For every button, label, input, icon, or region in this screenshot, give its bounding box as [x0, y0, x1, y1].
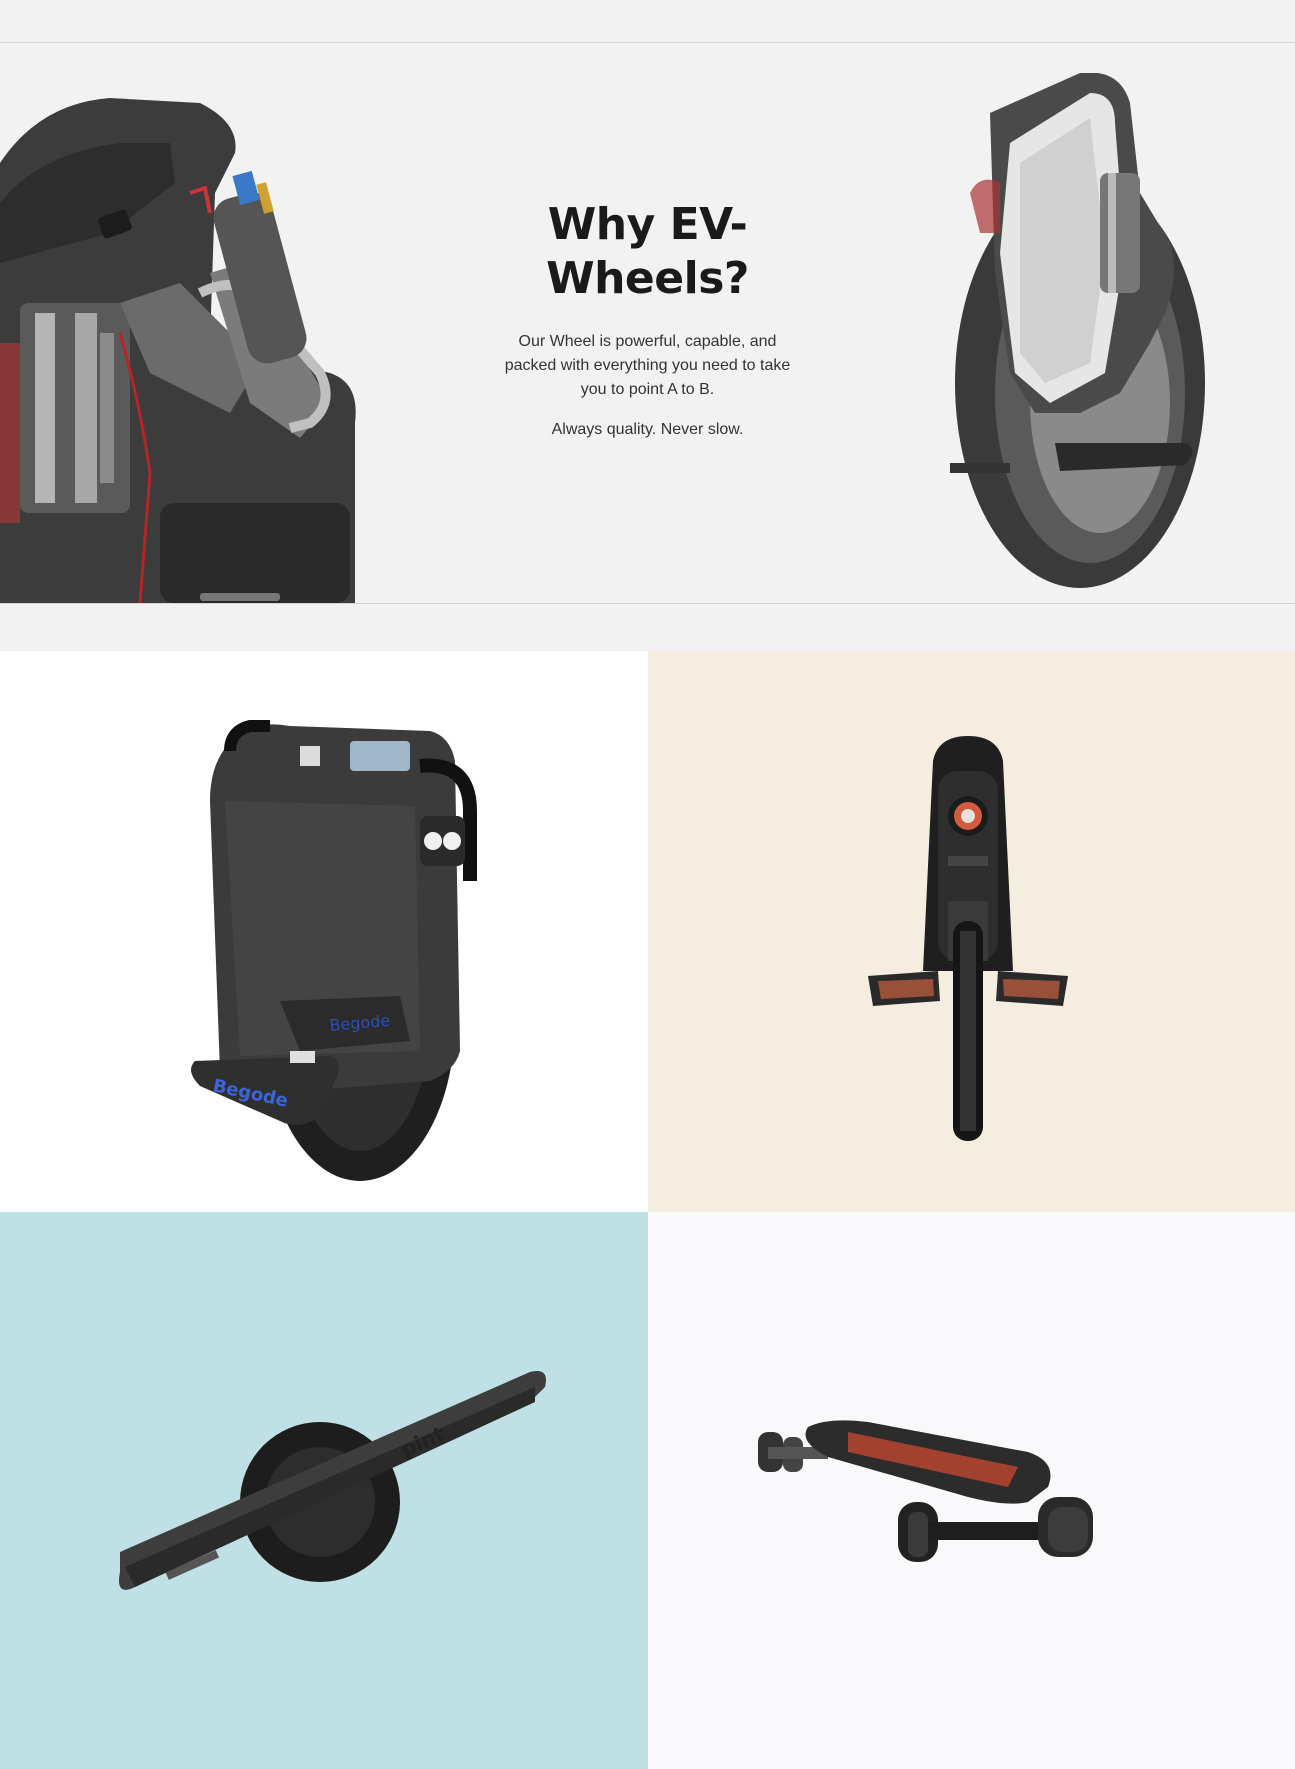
- page: Why EV-Wheels? Our Wheel is powerful, ca…: [0, 0, 1295, 1769]
- hero-title: Why EV-Wheels?: [546, 199, 749, 304]
- product-tile-unicycle-front[interactable]: [648, 651, 1295, 1212]
- unicycle-front-image: [868, 736, 1068, 1141]
- skateboard-image: [758, 1420, 1093, 1562]
- why-section: Why EV-Wheels? Our Wheel is powerful, ca…: [0, 42, 1295, 604]
- product-tile-onewheel-pint[interactable]: pint: [0, 1212, 648, 1769]
- product-tile-unicycle-black[interactable]: Begode Begode: [0, 651, 648, 1212]
- product-tile-skateboard[interactable]: [648, 1212, 1295, 1769]
- hero-text-block: Why EV-Wheels? Our Wheel is powerful, ca…: [495, 198, 800, 442]
- hero-tagline: Always quality. Never slow.: [551, 421, 744, 438]
- onewheel-pint-image: pint: [119, 1371, 546, 1590]
- unicycle-black-image: Begode Begode: [191, 720, 477, 1181]
- unicycle-side-image: [950, 73, 1205, 588]
- hero-description: Our Wheel is powerful, capable, and pack…: [504, 333, 791, 398]
- suspension-closeup-image: [0, 98, 356, 603]
- product-grid: Begode Begode pint: [0, 651, 1295, 1769]
